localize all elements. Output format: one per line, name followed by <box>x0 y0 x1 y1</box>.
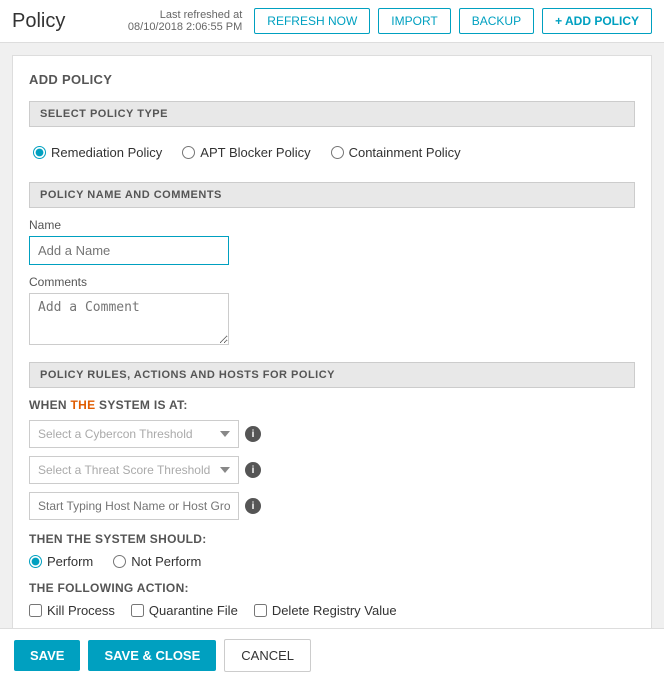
checkbox-quarantine-file[interactable]: Quarantine File <box>131 603 238 618</box>
radio-not-perform-input[interactable] <box>113 555 126 568</box>
refresh-now-button[interactable]: REFRESH NOW <box>254 8 370 34</box>
name-comments-header: POLICY NAME AND COMMENTS <box>29 182 635 208</box>
bottom-bar: SAVE SAVE & CLOSE CANCEL <box>0 628 664 682</box>
cybercon-info-icon[interactable]: i <box>245 426 261 442</box>
comments-input[interactable] <box>29 293 229 345</box>
following-label: THE FOLLOWING ACTION: <box>29 581 635 595</box>
policy-type-header: SELECT POLICY TYPE <box>29 101 635 127</box>
add-policy-button[interactable]: + ADD POLICY <box>542 8 652 34</box>
threat-score-row: Select a Threat Score Threshold i <box>29 456 635 484</box>
last-refreshed: Last refreshed at 08/10/2018 2:06:55 PM <box>128 9 242 33</box>
save-close-button[interactable]: SAVE & CLOSE <box>88 640 216 671</box>
radio-apt-label: APT Blocker Policy <box>200 145 310 160</box>
radio-containment-label: Containment Policy <box>349 145 461 160</box>
radio-containment-input[interactable] <box>331 146 344 159</box>
radio-perform-input[interactable] <box>29 555 42 568</box>
name-field-group: Name <box>29 218 635 265</box>
radio-apt[interactable]: APT Blocker Policy <box>182 145 310 160</box>
delete-registry-label: Delete Registry Value <box>272 603 397 618</box>
page-title: Policy <box>12 10 65 33</box>
threat-score-select[interactable]: Select a Threat Score Threshold <box>29 456 239 484</box>
radio-containment[interactable]: Containment Policy <box>331 145 461 160</box>
comments-field-group: Comments <box>29 275 635 348</box>
checkbox-delete-registry-input[interactable] <box>254 604 267 617</box>
when-highlight: THE <box>71 398 96 412</box>
when-label: WHEN THE SYSTEM IS AT: <box>29 398 635 412</box>
add-policy-title: ADD POLICY <box>29 72 635 87</box>
host-row: i <box>29 492 635 520</box>
host-info-icon[interactable]: i <box>245 498 261 514</box>
backup-button[interactable]: BACKUP <box>459 8 534 34</box>
radio-remediation[interactable]: Remediation Policy <box>33 145 162 160</box>
name-comments-section: POLICY NAME AND COMMENTS Name Comments <box>29 182 635 348</box>
checkbox-delete-registry[interactable]: Delete Registry Value <box>254 603 397 618</box>
radio-perform[interactable]: Perform <box>29 554 93 569</box>
top-bar: Policy Last refreshed at 08/10/2018 2:06… <box>0 0 664 43</box>
perform-radio-group: Perform Not Perform <box>29 554 635 569</box>
checkbox-quarantine-file-input[interactable] <box>131 604 144 617</box>
rules-section: POLICY RULES, ACTIONS AND HOSTS FOR POLI… <box>29 362 635 618</box>
comments-label: Comments <box>29 275 635 289</box>
actions-checkbox-group: Kill Process Quarantine File Delete Regi… <box>29 603 635 618</box>
threat-info-icon[interactable]: i <box>245 462 261 478</box>
kill-process-label: Kill Process <box>47 603 115 618</box>
radio-apt-input[interactable] <box>182 146 195 159</box>
main-content: ADD POLICY SELECT POLICY TYPE Remediatio… <box>0 43 664 661</box>
quarantine-file-label: Quarantine File <box>149 603 238 618</box>
name-input[interactable] <box>29 236 229 265</box>
save-button[interactable]: SAVE <box>14 640 80 671</box>
checkbox-kill-process-input[interactable] <box>29 604 42 617</box>
top-bar-actions: Last refreshed at 08/10/2018 2:06:55 PM … <box>128 8 652 34</box>
checkbox-kill-process[interactable]: Kill Process <box>29 603 115 618</box>
add-policy-card: ADD POLICY SELECT POLICY TYPE Remediatio… <box>12 55 652 649</box>
radio-not-perform-label: Not Perform <box>131 554 201 569</box>
host-input[interactable] <box>29 492 239 520</box>
import-button[interactable]: IMPORT <box>378 8 450 34</box>
rules-header: POLICY RULES, ACTIONS AND HOSTS FOR POLI… <box>29 362 635 388</box>
radio-remediation-label: Remediation Policy <box>51 145 162 160</box>
cybercon-row: Select a Cybercon Threshold i <box>29 420 635 448</box>
radio-perform-label: Perform <box>47 554 93 569</box>
name-label: Name <box>29 218 635 232</box>
then-label: THEN THE SYSTEM SHOULD: <box>29 532 635 546</box>
policy-type-section: SELECT POLICY TYPE Remediation Policy AP… <box>29 101 635 168</box>
radio-remediation-input[interactable] <box>33 146 46 159</box>
cybercon-select[interactable]: Select a Cybercon Threshold <box>29 420 239 448</box>
radio-not-perform[interactable]: Not Perform <box>113 554 201 569</box>
policy-type-radio-group: Remediation Policy APT Blocker Policy Co… <box>29 137 635 168</box>
cancel-button[interactable]: CANCEL <box>224 639 311 672</box>
